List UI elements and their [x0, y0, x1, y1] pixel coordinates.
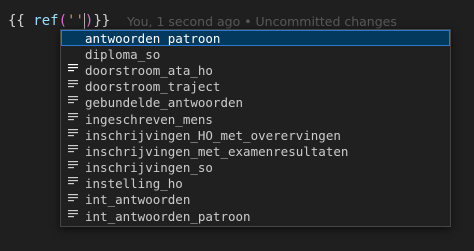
suggestion-list[interactable]: antwoorden_patroon diploma_so doorstroom… — [61, 30, 450, 226]
suggestion-item[interactable]: antwoorden_patroon — [61, 30, 450, 72]
suggestion-item[interactable]: diploma_so — [61, 46, 450, 88]
text-word-icon — [68, 163, 78, 201]
suggestion-label: diploma_so — [85, 46, 161, 62]
text-word-icon — [68, 130, 78, 169]
close-braces: }} — [93, 13, 111, 29]
suggestion-label: antwoorden_patroon — [85, 30, 221, 46]
suggestion-label: inschrijvingen_HO_met_overervingen — [85, 127, 341, 143]
code-line[interactable]: {{ ref ( '' ) }} — [8, 11, 110, 31]
open-braces: {{ — [8, 13, 34, 29]
suggestion-item[interactable]: inschrijvingen_HO_met_overervingen — [61, 127, 450, 169]
text-word-icon — [68, 114, 78, 153]
suggestion-label: doorstroom_ata_ho — [85, 62, 213, 78]
text-word-icon — [68, 82, 78, 120]
suggestion-item[interactable]: int_antwoorden — [61, 192, 450, 226]
suggestion-item[interactable]: doorstroom_traject — [61, 79, 450, 120]
suggestion-item[interactable]: int_antwoorden_patroon — [61, 208, 450, 224]
text-word-icon — [68, 33, 78, 72]
suggestion-item[interactable]: gebundelde_antwoorden — [61, 95, 450, 137]
text-word-icon — [68, 179, 78, 217]
text-word-icon — [68, 49, 78, 88]
text-word-icon — [68, 98, 78, 137]
text-word-icon — [68, 65, 78, 104]
close-paren: ) — [84, 13, 94, 29]
suggestion-item[interactable]: ingeschreven_mens — [61, 111, 450, 153]
open-paren: ( — [58, 13, 68, 29]
suggestion-label: inschrijvingen_so — [85, 160, 213, 176]
suggestion-label: instelling_ho — [85, 176, 183, 192]
suggestion-label: gebundelde_antwoorden — [85, 95, 244, 111]
code-editor[interactable]: {{ ref ( '' ) }} You, 1 second ago • Unc… — [0, 0, 474, 251]
suggestion-label: int_antwoorden_patroon — [85, 208, 251, 224]
git-blame-annotation: You, 1 second ago • Uncommitted changes — [127, 13, 397, 29]
function-name: ref — [33, 13, 59, 29]
suggestion-widget[interactable]: antwoorden_patroon diploma_so doorstroom… — [60, 29, 451, 227]
suggestion-label: int_antwoorden — [85, 192, 191, 208]
text-word-icon — [68, 195, 78, 226]
suggestion-item[interactable]: inschrijvingen_met_examenresultaten — [61, 143, 450, 185]
text-word-icon — [68, 146, 78, 185]
string-literal: '' — [67, 13, 84, 29]
suggestion-item[interactable]: doorstroom_ata_ho — [61, 62, 450, 104]
text-word-icon — [68, 211, 78, 221]
suggestion-label: doorstroom_traject — [85, 79, 221, 95]
suggestion-item[interactable]: inschrijvingen_so — [61, 160, 450, 201]
suggestion-item[interactable]: instelling_ho — [61, 176, 450, 217]
suggestion-label: inschrijvingen_met_examenresultaten — [85, 143, 349, 159]
suggestion-label: ingeschreven_mens — [85, 111, 213, 127]
